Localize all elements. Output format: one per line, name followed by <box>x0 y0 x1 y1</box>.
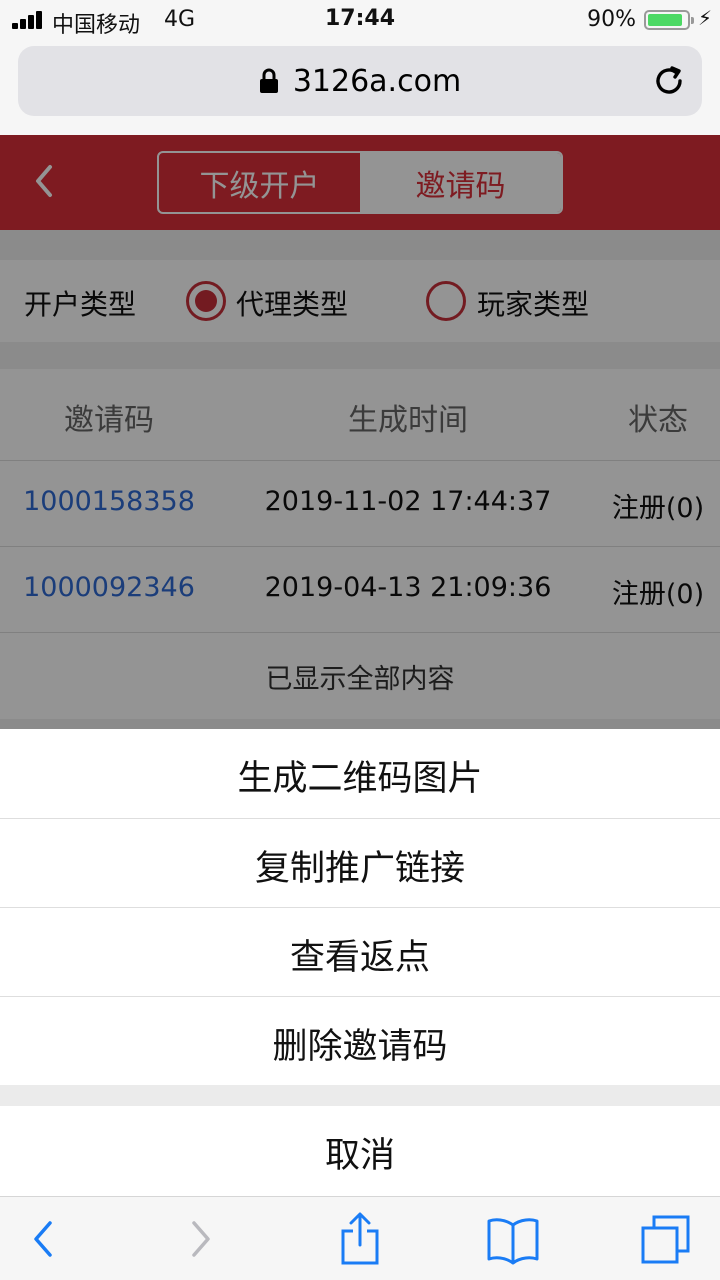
delete-invite-code-button[interactable]: 删除邀请码 <box>0 997 720 1085</box>
view-rebate-button[interactable]: 查看返点 <box>0 908 720 997</box>
browser-toolbar <box>0 1196 720 1280</box>
action-label: 复制推广链接 <box>254 849 465 889</box>
action-sheet: 生成二维码图片 复制推广链接 查看返点 删除邀请码 取消 <box>0 729 720 1196</box>
tabs-icon[interactable] <box>638 1211 694 1267</box>
copy-link-button[interactable]: 复制推广链接 <box>0 819 720 908</box>
modal-overlay[interactable] <box>0 135 720 729</box>
battery-icon <box>644 10 694 30</box>
url-text: 3126a.com <box>292 63 462 99</box>
bookmarks-icon[interactable] <box>485 1211 541 1267</box>
battery-percent: 90% <box>587 7 636 32</box>
action-label: 取消 <box>324 1136 395 1176</box>
action-label: 删除邀请码 <box>272 1027 448 1067</box>
cancel-button[interactable]: 取消 <box>0 1106 720 1196</box>
charging-icon: ⚡ <box>697 6 712 30</box>
browser-address-area: 3126a.com <box>0 40 720 135</box>
lock-icon <box>259 68 278 93</box>
browser-back-icon[interactable] <box>24 1211 60 1267</box>
browser-forward-icon[interactable] <box>184 1211 220 1267</box>
action-label: 查看返点 <box>289 938 430 978</box>
reload-icon[interactable] <box>650 62 688 100</box>
address-bar[interactable]: 3126a.com <box>18 46 702 116</box>
generate-qr-button[interactable]: 生成二维码图片 <box>0 729 720 819</box>
share-icon[interactable] <box>338 1211 382 1267</box>
status-bar: 中国移动 4G 17:44 90% ⚡ <box>0 0 720 40</box>
action-label: 生成二维码图片 <box>237 759 483 799</box>
